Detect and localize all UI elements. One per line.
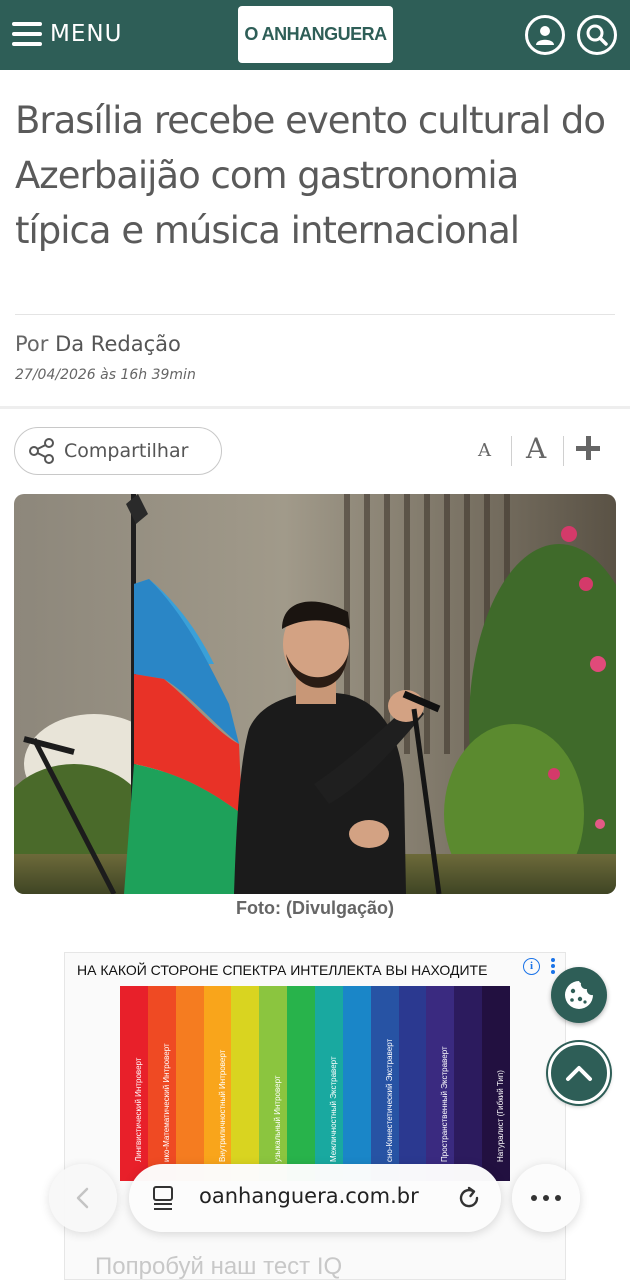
spectrum-band-label: узыкальный Интроверт [273,1075,283,1162]
byline: Por Da Redação [15,332,181,356]
site-logo[interactable]: O ANHANGUERA [238,6,393,63]
font-decrease-button[interactable]: A [478,440,491,461]
article-title: Brasília recebe evento cultural do Azerb… [15,99,606,252]
ad-options-icon[interactable] [550,956,556,976]
search-button[interactable] [577,15,617,55]
menu-label: MENU [50,21,123,47]
spectrum-band [175,986,204,1181]
site-header: MENU O ANHANGUERA [0,0,630,70]
ad-headline[interactable]: НА КАКОЙ СТОРОНЕ СПЕКТРА ИНТЕЛЛЕКТА ВЫ Н… [77,962,525,978]
user-account-button[interactable] [525,15,565,55]
cookie-icon [565,981,593,1009]
spectrum-band [287,986,316,1181]
spectrum-band-label: Лингвистический Интроверт [133,1057,143,1162]
spectrum-band-label: Межличностный Экстраверт [328,1056,338,1162]
font-increase-button[interactable] [576,436,602,462]
ad-subheadline[interactable]: Попробуй наш тест IQ [95,1253,342,1279]
photo-caption: Foto: (Divulgação) [236,898,394,918]
search-icon [586,24,608,46]
info-icon[interactable]: i [523,958,540,975]
share-button[interactable]: Compartilhar [14,427,222,475]
spectrum-band-label: сно-Кинестетический Экстраверт [384,1038,394,1162]
photo-illustration [14,494,616,894]
byline-prefix: Por [15,332,49,356]
author-name[interactable]: Da Redação [55,332,181,356]
font-default-button[interactable]: A [526,432,546,465]
divider [15,314,615,315]
divider [511,436,512,466]
reload-icon[interactable] [455,1184,483,1212]
browser-more-button[interactable] [512,1164,580,1232]
url-text[interactable]: oanhanguera.com.br [199,1184,419,1208]
share-icon [29,438,54,464]
back-to-top-button[interactable] [548,1042,610,1104]
hamburger-icon [12,22,42,46]
article-photo [14,494,616,894]
browser-back-button[interactable] [49,1164,117,1232]
page-menu-icon[interactable] [151,1184,177,1212]
more-dot [531,1195,537,1201]
logo-text: O ANHANGUERA [244,24,387,44]
spectrum-band: Лингвистический Интроверт [120,986,148,1181]
spectrum-band-label: ико-Математический Интроверт [161,1043,171,1162]
cookie-settings-button[interactable] [551,967,607,1023]
spectrum-band-label: Внутриличностный Интроверт [217,1049,227,1162]
divider [563,436,564,466]
spectrum-band [398,986,427,1181]
divider [0,406,630,409]
publish-date: 27/04/2026 às 16h 39min [15,367,196,383]
spectrum-band: узыкальный Интроверт [259,986,288,1181]
chevron-left-icon [76,1187,89,1209]
user-icon [536,26,554,45]
spectrum-band: Внутриличностный Интроверт [203,986,232,1181]
menu-button[interactable]: MENU [12,16,122,52]
share-label: Compartilhar [64,440,189,462]
more-dot [543,1195,549,1201]
spectrum-band: Межличностный Экстраверт [315,986,343,1181]
spectrum-band: Пространственный Экстраверт [426,986,455,1181]
spectrum-band [454,986,483,1181]
chevron-up-icon [566,1066,592,1081]
address-bar[interactable]: oanhanguera.com.br [129,1164,501,1232]
spectrum-band: сно-Кинестетический Экстраверт [370,986,399,1181]
spectrum-band-label: Пространственный Экстраверт [440,1046,450,1162]
spectrum-band: Натуралист (Гибкий Тип) [482,986,511,1181]
spectrum-band-label: Натуралист (Гибкий Тип) [496,1070,506,1162]
more-dot [555,1195,561,1201]
spectrum-band: ико-Математический Интроверт [147,986,176,1181]
spectrum-band [342,986,371,1181]
intelligence-spectrum-image[interactable]: Лингвистический Интроверт ико-Математичес… [120,986,511,1181]
spectrum-band [231,986,260,1181]
